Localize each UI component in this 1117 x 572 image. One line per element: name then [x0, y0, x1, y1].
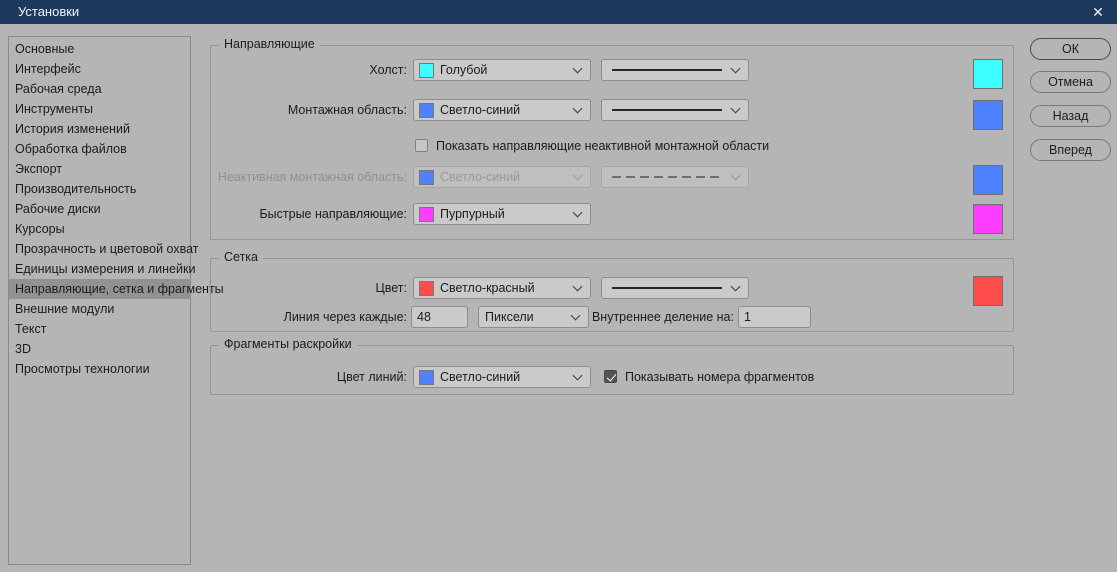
sidebar-item-workspace[interactable]: Рабочая среда: [9, 79, 190, 99]
slice-line-color-label: Цвет линий:: [336, 370, 407, 384]
inactive-artboard-color-value: Светло-синий: [440, 170, 521, 184]
gridline-every-label: Линия через каждые:: [283, 310, 407, 324]
solid-line-icon: [612, 109, 722, 111]
solid-line-icon: [612, 69, 722, 71]
back-button[interactable]: Назад: [1030, 105, 1111, 127]
inactive-artboard-color-select: Светло-синий: [413, 166, 591, 188]
smart-guides-color-swatch-icon: [419, 206, 434, 222]
chevron-down-icon: [730, 63, 741, 74]
sidebar-item-technology-previews[interactable]: Просмотры технологии: [9, 359, 190, 379]
subdivision-input[interactable]: [738, 306, 811, 328]
smart-guides-color-swatch[interactable]: [973, 204, 1003, 234]
show-inactive-guides-label: Показать направляющие неактивной монтажн…: [436, 139, 770, 153]
guides-group-title: Направляющие: [219, 37, 320, 51]
sidebar-item-cursors[interactable]: Курсоры: [9, 219, 190, 239]
sidebar-item-transparency-gamut[interactable]: Прозрачность и цветовой охват: [9, 239, 199, 259]
chevron-down-icon: [730, 103, 741, 114]
grid-color-select[interactable]: Светло-красный: [413, 277, 591, 299]
chevron-down-icon: [572, 103, 583, 114]
grid-line-style-select[interactable]: [601, 277, 749, 299]
sidebar-item-interface[interactable]: Интерфейс: [9, 59, 190, 79]
grid-color-label: Цвет:: [375, 281, 407, 295]
show-slice-numbers-checkbox[interactable]: [604, 370, 617, 383]
artboard-guide-color-swatch[interactable]: [973, 100, 1003, 130]
smart-guides-color-value: Пурпурный: [440, 207, 505, 221]
close-icon[interactable]: ✕: [1085, 0, 1111, 24]
slices-group: Фрагменты раскройки Цвет линий: Светло-с…: [210, 337, 1014, 395]
artboard-line-style-select[interactable]: [601, 99, 749, 121]
show-slice-numbers-label: Показывать номера фрагментов: [625, 370, 815, 384]
canvas-color-select[interactable]: Голубой: [413, 59, 591, 81]
solid-line-icon: [612, 287, 722, 289]
artboard-color-swatch-icon: [419, 102, 434, 118]
guides-group: Направляющие Холст: Голубой Монтажная об…: [210, 37, 1014, 240]
canvas-line-style-select[interactable]: [601, 59, 749, 81]
show-inactive-guides-checkbox[interactable]: [415, 139, 428, 152]
subdivision-label: Внутреннее деление на:: [591, 310, 734, 324]
chevron-down-icon: [730, 170, 741, 181]
sidebar-item-units-rulers[interactable]: Единицы измерения и линейки: [9, 259, 195, 279]
sidebar-item-tools[interactable]: Инструменты: [9, 99, 190, 119]
window-title: Установки: [18, 4, 80, 19]
chevron-down-icon: [572, 281, 583, 292]
chevron-down-icon: [572, 370, 583, 381]
slices-group-title: Фрагменты раскройки: [219, 337, 357, 351]
grid-group: Сетка Цвет: Светло-красный Линия через к…: [210, 250, 1014, 332]
sidebar-item-history-log[interactable]: История изменений: [9, 119, 190, 139]
grid-color-swatch[interactable]: [973, 276, 1003, 306]
grid-color-swatch-icon: [419, 280, 434, 296]
artboard-color-value: Светло-синий: [440, 103, 521, 117]
cancel-button[interactable]: Отмена: [1030, 71, 1111, 93]
chevron-down-icon: [572, 63, 583, 74]
artboard-label: Монтажная область:: [287, 103, 407, 117]
canvas-label: Холст:: [369, 63, 407, 77]
artboard-color-select[interactable]: Светло-синий: [413, 99, 591, 121]
sidebar-item-file-handling[interactable]: Обработка файлов: [9, 139, 190, 159]
smart-guides-color-select[interactable]: Пурпурный: [413, 203, 591, 225]
canvas-color-value: Голубой: [440, 63, 488, 77]
sidebar-item-export[interactable]: Экспорт: [9, 159, 190, 179]
sidebar-item-guides-grid-slices[interactable]: Направляющие, сетка и фрагменты: [9, 279, 224, 299]
inactive-artboard-label: Неактивная монтажная область:: [217, 170, 407, 184]
titlebar: Установки ✕: [0, 0, 1117, 24]
inactive-artboard-line-style-select: [601, 166, 749, 188]
ok-button[interactable]: ОК: [1030, 38, 1111, 60]
dashed-line-icon: [612, 176, 722, 178]
sidebar-item-type[interactable]: Текст: [9, 319, 190, 339]
chevron-down-icon: [572, 170, 583, 181]
slice-line-color-select[interactable]: Светло-синий: [413, 366, 591, 388]
slice-line-color-swatch-icon: [419, 369, 434, 385]
inactive-artboard-guide-color-swatch[interactable]: [973, 165, 1003, 195]
slice-line-color-value: Светло-синий: [440, 370, 521, 384]
sidebar-item-performance[interactable]: Производительность: [9, 179, 190, 199]
canvas-color-swatch-icon: [419, 62, 434, 78]
grid-color-value: Светло-красный: [440, 281, 535, 295]
sidebar-item-plugins[interactable]: Внешние модули: [9, 299, 190, 319]
chevron-down-icon: [730, 281, 741, 292]
sidebar-item-scratch-disks[interactable]: Рабочие диски: [9, 199, 190, 219]
sidebar: Основные Интерфейс Рабочая среда Инструм…: [8, 36, 224, 565]
sidebar-item-3d[interactable]: 3D: [9, 339, 190, 359]
forward-button[interactable]: Вперед: [1030, 139, 1111, 161]
gridline-every-input[interactable]: [411, 306, 468, 328]
sidebar-item-general[interactable]: Основные: [9, 39, 190, 59]
smart-guides-label: Быстрые направляющие:: [259, 207, 407, 221]
grid-group-title: Сетка: [219, 250, 263, 264]
canvas-guide-color-swatch[interactable]: [973, 59, 1003, 89]
inactive-artboard-color-swatch-icon: [419, 169, 434, 185]
chevron-down-icon: [572, 207, 583, 218]
